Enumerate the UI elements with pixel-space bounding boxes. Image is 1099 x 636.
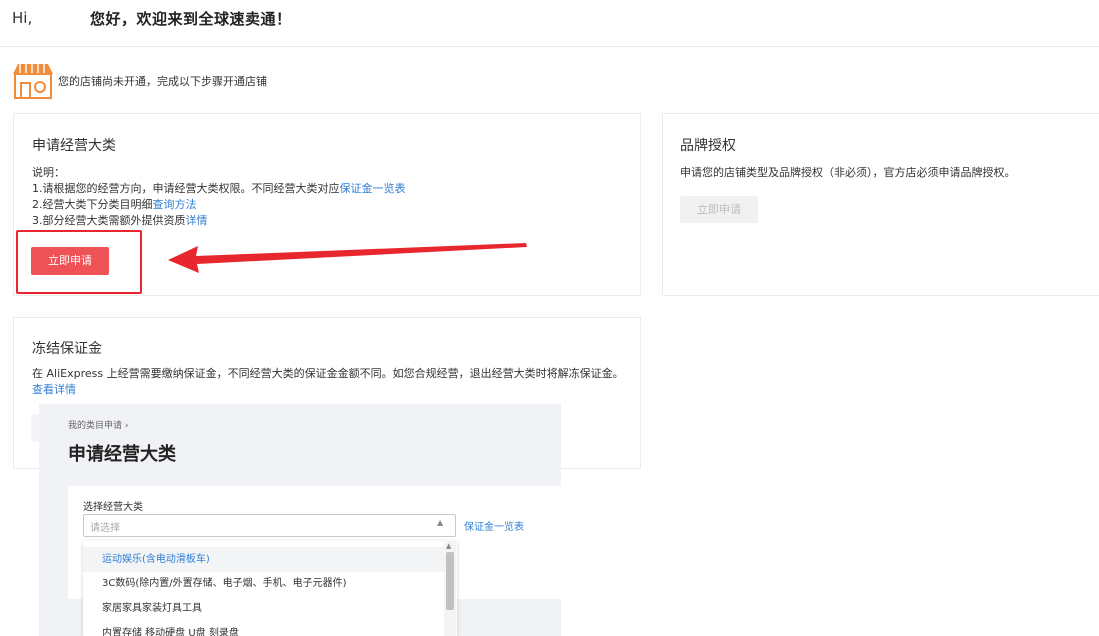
category-select[interactable] [83, 514, 456, 537]
category-card-description: 说明： 1.请根据您的经营方向，申请经营大类权限。不同经营大类对应保证金一览表 … [32, 165, 406, 229]
breadcrumb[interactable]: 我的类目申请 › [68, 418, 128, 431]
dropdown-option[interactable]: 家居家具家装灯具工具 [83, 596, 445, 621]
category-card-title: 申请经营大类 [32, 138, 116, 154]
desc-line-3: 3.部分经营大类需额外提供资质详情 [32, 214, 208, 227]
scroll-up-icon[interactable]: ▲ [446, 542, 451, 550]
deposit-card-title: 冻结保证金 [32, 341, 102, 357]
brand-card-title: 品牌授权 [680, 138, 736, 154]
query-method-link[interactable]: 查询方法 [153, 198, 197, 211]
store-notice: 您的店铺尚未开通，完成以下步骤开通店铺 [58, 75, 267, 88]
arrow-left-icon [160, 234, 540, 274]
desc-intro: 说明： [32, 166, 65, 179]
details-link[interactable]: 详情 [186, 214, 208, 227]
chevron-up-icon[interactable]: ▲ [437, 518, 443, 527]
deposit-card-description: 在 AliExpress 上经营需要缴纳保证金，不同经营大类的保证金金额不同。如… [32, 367, 624, 396]
dropdown-option[interactable]: 内置存储 移动硬盘 U盘 刻录盘 [83, 621, 445, 636]
view-details-link[interactable]: 查看详情 [32, 383, 76, 396]
category-field-label: 选择经营大类 [83, 502, 143, 513]
header-divider [0, 46, 1099, 47]
deposit-list-link-overlay[interactable]: 保证金一览表 [464, 518, 524, 533]
dropdown-option[interactable]: 3C数码(除内置/外置存储、电子烟、手机、电子元器件) [83, 571, 445, 596]
annotation-highlight-box [16, 230, 142, 294]
category-select-placeholder: 请选择 [90, 523, 120, 534]
category-dropdown: 运动娱乐(含电动滑板车) 3C数码(除内置/外置存储、电子烟、手机、电子元器件)… [83, 541, 457, 636]
greeting-hi: Hi, [12, 9, 33, 27]
dropdown-scrollbar-thumb[interactable] [446, 552, 454, 610]
desc-line-1: 1.请根据您的经营方向，申请经营大类权限。不同经营大类对应保证金一览表 [32, 182, 406, 195]
desc-line-2: 2.经营大类下分类目明细查询方法 [32, 198, 197, 211]
page-title: 申请经营大类 [68, 444, 176, 465]
dropdown-option[interactable]: 运动娱乐(含电动滑板车) [83, 547, 445, 572]
welcome-title: 您好，欢迎来到全球速卖通！ [90, 10, 292, 28]
brand-card-description: 申请您的店铺类型及品牌授权（非必须），官方店必须申请品牌授权。 [680, 166, 1016, 179]
deposit-list-link[interactable]: 保证金一览表 [340, 182, 406, 195]
apply-brand-button[interactable]: 立即申请 [680, 196, 758, 223]
store-icon [12, 60, 54, 100]
